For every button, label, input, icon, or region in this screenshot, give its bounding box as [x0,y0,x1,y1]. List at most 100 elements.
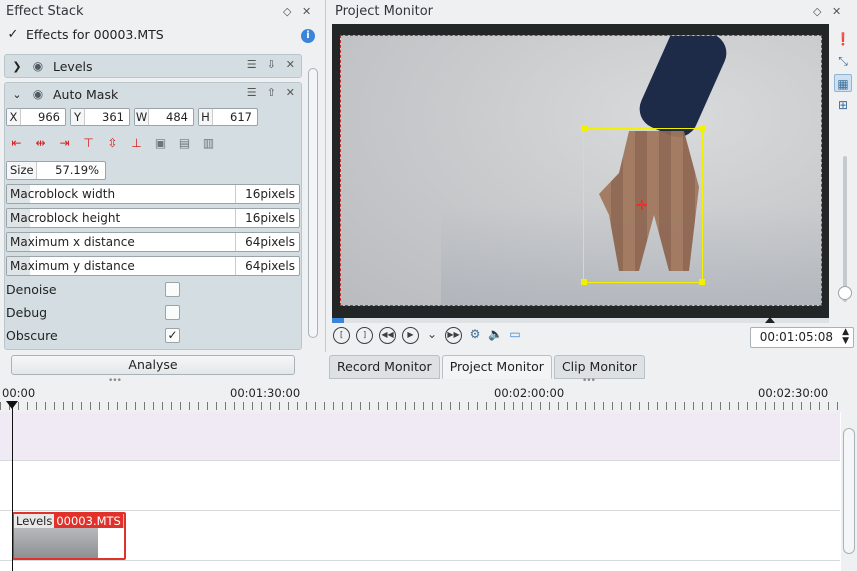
resize-handle[interactable] [581,126,587,132]
effect-visibility-icon[interactable]: ◉ [29,59,47,73]
timeline: 00:00 00:01:30:00 00:02:00:00 00:02:30:0… [0,380,857,571]
volume-icon[interactable]: 🔈 [488,327,503,344]
adjust-width-icon[interactable]: ▤ [176,135,193,152]
effect-visibility-icon[interactable]: ◉ [29,87,47,101]
video-frame: ✛ [340,35,822,306]
tab-clip-monitor[interactable]: Clip Monitor [553,355,646,379]
timecode-spinner-icon[interactable]: ▲ ▼ [842,328,849,346]
enable-effects-checkbox[interactable]: ✓ [6,28,20,42]
zoom-slider[interactable] [843,156,847,302]
float-panel-icon[interactable]: ◇ [283,0,291,24]
float-panel-icon[interactable]: ◇ [813,0,821,24]
transport-controls: [ ] ◀◀ ▶ ⌄ ▶▶ ⚙ 🔈 ▭ [333,327,522,344]
forward-icon[interactable]: ▶▶ [445,327,462,344]
timeline-track[interactable] [0,511,840,561]
play-menu-chevron-icon[interactable]: ⌄ [425,327,439,344]
rect-select-icon[interactable]: ▦ [834,74,852,92]
position-marker-icon[interactable] [765,317,775,323]
monitor-tabs: Record Monitor Project Monitor Clip Moni… [329,355,646,379]
ruler-label: 00:02:00:00 [494,386,565,400]
close-panel-icon[interactable]: ✕ [302,0,311,24]
timecode-field[interactable]: 00:01:05:08 ▲ ▼ [750,327,854,348]
timeline-track[interactable] [0,412,840,461]
collapse-arrow-icon[interactable]: ⌄ [9,88,25,101]
zone-in-icon[interactable]: [ [333,327,350,344]
effects-for-label: Effects for 00003.MTS [26,27,164,42]
move-down-icon[interactable]: ⇩ [267,58,276,71]
close-panel-icon[interactable]: ✕ [832,0,841,24]
align-bottom-icon[interactable]: ⊥ [128,135,145,152]
max-x-distance-slider[interactable]: Maximum x distance 64pixels [6,232,300,252]
resize-handle[interactable] [699,279,705,285]
obscure-checkbox[interactable]: ✓ [165,328,180,343]
clip-name-label: 00003.MTS [54,514,123,528]
macroblock-height-slider[interactable]: Macroblock height 16pixels [6,208,300,228]
geometry-w-field[interactable]: W 484 [134,108,194,126]
max-y-distance-slider[interactable]: Maximum y distance 64pixels [6,256,300,276]
macroblock-width-slider[interactable]: Macroblock width 16pixels [6,184,300,204]
effect-stack-scrollbar[interactable] [307,60,319,350]
rewind-icon[interactable]: ◀◀ [379,327,396,344]
expand-arrow-icon[interactable]: ❯ [9,60,25,73]
monitor-titlebar: Project Monitor ◇ ✕ [329,0,857,24]
display-icon[interactable]: ▭ [508,327,522,344]
debug-checkbox[interactable] [165,305,180,320]
geometry-y-field[interactable]: Y 361 [70,108,130,126]
monitor-title: Project Monitor [335,4,434,19]
alert-icon[interactable]: ❗ [834,30,852,48]
denoise-checkbox[interactable] [165,282,180,297]
move-up-icon[interactable]: ⇧ [267,86,276,99]
clip-thumbnail-end [98,528,124,558]
size-field[interactable]: Size 57.19% [6,161,106,180]
align-left-icon[interactable]: ⇤ [8,135,25,152]
obscure-row: Obscure ✓ [6,327,186,345]
splitter-grip[interactable]: ••• [582,376,596,386]
geometry-x-field[interactable]: X 966 [6,108,66,126]
delete-effect-icon[interactable]: ✕ [286,86,295,99]
play-icon[interactable]: ▶ [402,327,419,344]
obscure-label: Obscure [6,328,58,343]
timeline-clip[interactable]: Levels 00003.MTS [12,512,126,560]
timeline-scrollbar[interactable] [841,412,857,571]
ruler-ticks [0,402,838,410]
splitter-grip[interactable]: ••• [108,376,122,386]
resize-handle[interactable] [699,126,705,132]
project-monitor-panel: Project Monitor ◇ ✕ ✛ ❗ ⤡ ▦ ⊞ [ ] ◀◀ ▶ ⌄… [329,0,857,352]
info-icon[interactable]: i [301,29,315,43]
effect-menu-icon[interactable]: ☰ [247,86,257,99]
video-viewport[interactable]: ✛ [332,24,829,318]
geometry-row: X 966 Y 361 W 484 H 617 [6,108,258,126]
adjust-height-icon[interactable]: ▥ [200,135,217,152]
effect-name: Auto Mask [53,86,119,102]
original-size-icon[interactable]: ▣ [152,135,169,152]
clip-thumbnail [14,528,98,558]
center-crosshair-icon[interactable]: ✛ [636,199,648,213]
delete-effect-icon[interactable]: ✕ [286,58,295,71]
grid-icon[interactable]: ⊞ [834,96,852,114]
tab-project-monitor[interactable]: Project Monitor [441,355,552,379]
monitor-position-bar[interactable] [332,318,829,323]
debug-row: Debug [6,304,186,322]
clip-effect-label: Levels [14,514,55,528]
playhead-line[interactable] [12,407,13,571]
settings-gear-icon[interactable]: ⚙ [468,327,482,344]
align-vcenter-icon[interactable]: ⇳ [104,135,121,152]
effect-menu-icon[interactable]: ☰ [247,58,257,71]
ruler-label: 00:01:30:00 [230,386,301,400]
align-right-icon[interactable]: ⇥ [56,135,73,152]
zoom-slider-handle[interactable] [838,286,852,300]
resize-handle[interactable] [581,279,587,285]
align-toolbar: ⇤ ⇹ ⇥ ⊤ ⇳ ⊥ ▣ ▤ ▥ [8,135,217,152]
timeline-track[interactable] [0,461,840,511]
denoise-row: Denoise [6,281,186,299]
tab-record-monitor[interactable]: Record Monitor [329,355,440,379]
transform-icon[interactable]: ⤡ [834,52,852,70]
timeline-ruler[interactable]: 00:00 00:01:30:00 00:02:00:00 00:02:30:0… [0,380,857,412]
align-top-icon[interactable]: ⊤ [80,135,97,152]
zone-out-icon[interactable]: ] [356,327,373,344]
analyse-button[interactable]: Analyse [11,355,295,375]
geometry-h-field[interactable]: H 617 [198,108,258,126]
ruler-label: 00:02:30:00 [758,386,829,400]
align-hcenter-icon[interactable]: ⇹ [32,135,49,152]
effect-levels[interactable]: ❯ ◉ Levels ☰ ⇩ ✕ [4,54,302,78]
